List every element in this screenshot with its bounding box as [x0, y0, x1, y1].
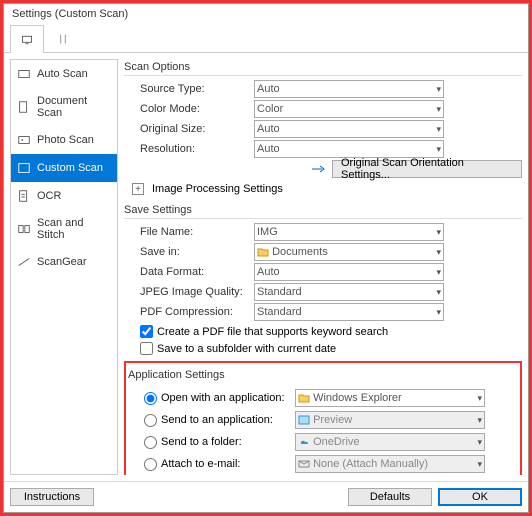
sidebar-item-auto-scan[interactable]: Auto Scan: [11, 60, 117, 88]
preview-icon: [298, 414, 310, 426]
color-mode-label: Color Mode:: [140, 103, 250, 115]
send-app-select[interactable]: Preview: [295, 411, 485, 429]
scangear-icon: [17, 255, 31, 269]
open-with-radio[interactable]: [144, 392, 157, 405]
defaults-button[interactable]: Defaults: [348, 488, 432, 506]
tab-tools[interactable]: [46, 24, 80, 52]
color-mode-select[interactable]: Color: [254, 100, 444, 118]
source-type-select[interactable]: Auto: [254, 80, 444, 98]
source-type-label: Source Type:: [140, 83, 250, 95]
custom-icon: [17, 161, 31, 175]
application-settings-section: Application Settings Open with an applic…: [124, 361, 522, 475]
chevron-down-icon: [436, 143, 441, 155]
instructions-button[interactable]: Instructions: [10, 488, 94, 506]
resolution-label: Resolution:: [140, 143, 250, 155]
chevron-down-icon: [436, 286, 441, 298]
file-name-field[interactable]: IMG: [254, 223, 444, 241]
sidebar-item-label: Scan and Stitch: [37, 217, 111, 241]
chevron-down-icon: [436, 103, 441, 115]
subfolder-checkbox[interactable]: Save to a subfolder with current date: [140, 340, 522, 357]
ok-button[interactable]: OK: [438, 488, 522, 506]
save-settings-header: Save Settings: [124, 202, 522, 219]
explorer-icon: [298, 392, 310, 404]
send-folder-radio[interactable]: [144, 436, 157, 449]
pdf-compression-label: PDF Compression:: [140, 306, 250, 318]
chevron-down-icon: [436, 266, 441, 278]
sidebar-item-label: Custom Scan: [37, 162, 103, 174]
pdf-compression-select[interactable]: Standard: [254, 303, 444, 321]
chevron-down-icon: [477, 414, 482, 426]
app-settings-header: Application Settings: [128, 367, 518, 383]
orientation-settings-button[interactable]: Original Scan Orientation Settings...: [332, 160, 522, 178]
chevron-down-icon: [436, 306, 441, 318]
stitch-icon: [17, 222, 31, 236]
sidebar-item-scangear[interactable]: ScanGear: [11, 248, 117, 276]
data-format-select[interactable]: Auto: [254, 263, 444, 281]
sidebar: Auto Scan Document Scan Photo Scan Custo…: [10, 59, 118, 475]
ocr-icon: [17, 189, 31, 203]
expand-icon[interactable]: +: [132, 183, 144, 195]
pdf-keyword-checkbox[interactable]: Create a PDF file that supports keyword …: [140, 323, 522, 340]
sidebar-item-ocr[interactable]: OCR: [11, 182, 117, 210]
sidebar-item-custom-scan[interactable]: Custom Scan: [11, 154, 117, 182]
sidebar-item-label: Auto Scan: [37, 68, 88, 80]
save-in-label: Save in:: [140, 246, 250, 258]
chevron-down-icon: [436, 226, 441, 238]
sidebar-item-photo-scan[interactable]: Photo Scan: [11, 126, 117, 154]
orientation-icon: [310, 163, 328, 175]
file-name-label: File Name:: [140, 226, 250, 238]
tab-scan-from-computer[interactable]: [10, 25, 44, 53]
sidebar-item-scan-stitch[interactable]: Scan and Stitch: [11, 210, 117, 248]
original-size-select[interactable]: Auto: [254, 120, 444, 138]
chevron-down-icon: [477, 392, 482, 404]
sidebar-item-label: Photo Scan: [37, 134, 94, 146]
chevron-down-icon: [477, 458, 482, 470]
tools-icon: [57, 33, 69, 45]
sidebar-item-label: Document Scan: [37, 95, 111, 119]
sidebar-item-document-scan[interactable]: Document Scan: [11, 88, 117, 126]
send-app-radio[interactable]: [144, 414, 157, 427]
chevron-down-icon: [436, 246, 441, 258]
sidebar-item-label: OCR: [37, 190, 61, 202]
resolution-select[interactable]: Auto: [254, 140, 444, 158]
jpeg-quality-label: JPEG Image Quality:: [140, 286, 250, 298]
mail-icon: [298, 458, 310, 470]
email-radio[interactable]: [144, 458, 157, 471]
auto-icon: [17, 67, 31, 81]
open-with-select[interactable]: Windows Explorer: [295, 389, 485, 407]
chevron-down-icon: [477, 436, 482, 448]
monitor-icon: [21, 34, 33, 46]
original-size-label: Original Size:: [140, 123, 250, 135]
image-processing-label: Image Processing Settings: [152, 183, 283, 195]
chevron-down-icon: [436, 123, 441, 135]
window-title: Settings (Custom Scan): [4, 4, 528, 24]
data-format-label: Data Format:: [140, 266, 250, 278]
photo-icon: [17, 133, 31, 147]
sidebar-item-label: ScanGear: [37, 256, 87, 268]
jpeg-quality-select[interactable]: Standard: [254, 283, 444, 301]
email-select[interactable]: None (Attach Manually): [295, 455, 485, 473]
save-in-select[interactable]: Documents: [254, 243, 444, 261]
onedrive-icon: [298, 436, 310, 448]
send-folder-select[interactable]: OneDrive: [295, 433, 485, 451]
chevron-down-icon: [436, 83, 441, 95]
document-icon: [17, 100, 31, 114]
scan-options-header: Scan Options: [124, 59, 522, 76]
folder-icon: [257, 246, 269, 258]
